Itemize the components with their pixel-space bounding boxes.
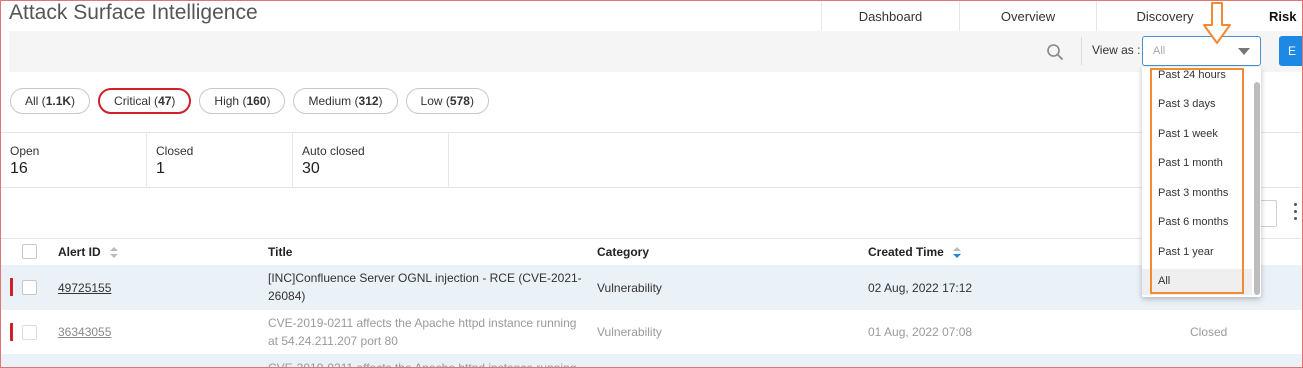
view-as-value: All <box>1153 45 1166 57</box>
chip-count: 578 <box>449 94 470 108</box>
filter-chip-high[interactable]: High (160) <box>199 88 286 114</box>
alert-created-time: 02 Aug, 2022 17:12 <box>868 281 973 295</box>
annotation-highlight-box <box>1150 68 1244 294</box>
caret-down-icon <box>1238 48 1250 55</box>
column-header-alert-id[interactable]: Alert ID <box>58 245 119 259</box>
chip-count: 47 <box>158 94 172 108</box>
app-window: Attack Surface Intelligence Dashboard Ov… <box>0 0 1303 368</box>
export-button[interactable]: E <box>1279 36 1302 66</box>
alert-category: Vulnerability <box>597 325 662 339</box>
stat-open[interactable]: Open 16 <box>1 133 147 187</box>
tab-dashboard[interactable]: Dashboard <box>821 1 959 31</box>
stat-value: 1 <box>156 160 165 177</box>
chip-count: 1.1K <box>45 94 72 108</box>
stat-label: Auto closed <box>302 144 365 158</box>
status-stats: Open 16 Closed 1 Auto closed 30 <box>1 133 449 187</box>
table-row[interactable]: 36343055 CVE-2019-0211 affects the Apach… <box>1 310 1302 354</box>
severity-filters: All (1.1K) Critical (47) High (160) Medi… <box>10 88 497 114</box>
alert-id-link[interactable]: 36343055 <box>58 323 111 341</box>
chip-count: 312 <box>358 94 379 108</box>
dropdown-scrollbar[interactable] <box>1254 82 1260 295</box>
table-row[interactable]: CVE-2019-0211 affects the Apache httpd i… <box>1 354 1302 368</box>
toolbar-divider <box>1081 37 1082 65</box>
sort-icon[interactable] <box>953 247 962 259</box>
critical-severity-indicator <box>10 323 13 341</box>
select-all-checkbox[interactable] <box>22 244 37 259</box>
chip-label: All <box>25 94 39 108</box>
column-header-title[interactable]: Title <box>268 245 292 259</box>
column-header-label: Created Time <box>868 245 944 259</box>
filter-chip-all[interactable]: All (1.1K) <box>10 88 91 114</box>
critical-severity-indicator <box>10 278 13 296</box>
filter-chip-low[interactable]: Low (578) <box>405 88 489 114</box>
sort-icon[interactable] <box>110 247 119 259</box>
stat-value: 30 <box>302 160 320 177</box>
tab-risk[interactable]: Risk <box>1233 1 1302 31</box>
table-header: Alert ID Title Category Created Time <box>1 238 1302 265</box>
chip-label: High <box>214 94 240 108</box>
kebab-icon[interactable] <box>1294 203 1298 223</box>
column-header-created-time[interactable]: Created Time <box>868 245 962 259</box>
column-header-label: Alert ID <box>58 245 101 259</box>
stat-value: 16 <box>10 160 28 177</box>
alert-category: Vulnerability <box>597 281 662 295</box>
search-icon[interactable] <box>1046 43 1064 61</box>
pagination-control[interactable] <box>1259 200 1277 227</box>
table-row[interactable]: 49725155 [INC]Confluence Server OGNL inj… <box>1 265 1302 310</box>
chip-label: Low <box>420 94 443 108</box>
row-checkbox[interactable] <box>22 280 37 295</box>
stat-auto-closed[interactable]: Auto closed 30 <box>293 133 449 187</box>
filter-chip-critical[interactable]: Critical (47) <box>98 88 192 114</box>
view-as-label: View as : <box>1092 43 1141 57</box>
alert-status: Closed <box>1190 325 1228 339</box>
column-header-category[interactable]: Category <box>597 245 649 259</box>
stat-closed[interactable]: Closed 1 <box>147 133 293 187</box>
alert-id-link[interactable]: 49725155 <box>58 279 111 297</box>
chip-label: Medium <box>308 94 352 108</box>
alert-title-line: [INC]Confluence Server OGNL injection - … <box>268 271 582 285</box>
filter-chip-medium[interactable]: Medium (312) <box>293 88 398 114</box>
app-title: Attack Surface Intelligence <box>9 1 258 24</box>
alert-created-time: 01 Aug, 2022 07:08 <box>868 325 973 339</box>
chip-label: Critical <box>114 94 151 108</box>
down-arrow-annotation-icon <box>1203 2 1231 44</box>
alert-title-line: CVE-2019-0211 affects the Apache httpd i… <box>268 316 577 330</box>
stat-label: Open <box>10 144 40 158</box>
alert-title-line: CVE-2019-0211 affects the Apache httpd i… <box>268 361 577 368</box>
alert-title-line: 26084) <box>268 289 306 303</box>
stat-label: Closed <box>156 144 194 158</box>
alert-title-line: at 54.24.211.207 port 80 <box>268 334 398 348</box>
tab-overview[interactable]: Overview <box>959 1 1096 31</box>
chip-count: 160 <box>246 94 267 108</box>
divider <box>1 187 1302 188</box>
row-checkbox[interactable] <box>22 325 37 340</box>
